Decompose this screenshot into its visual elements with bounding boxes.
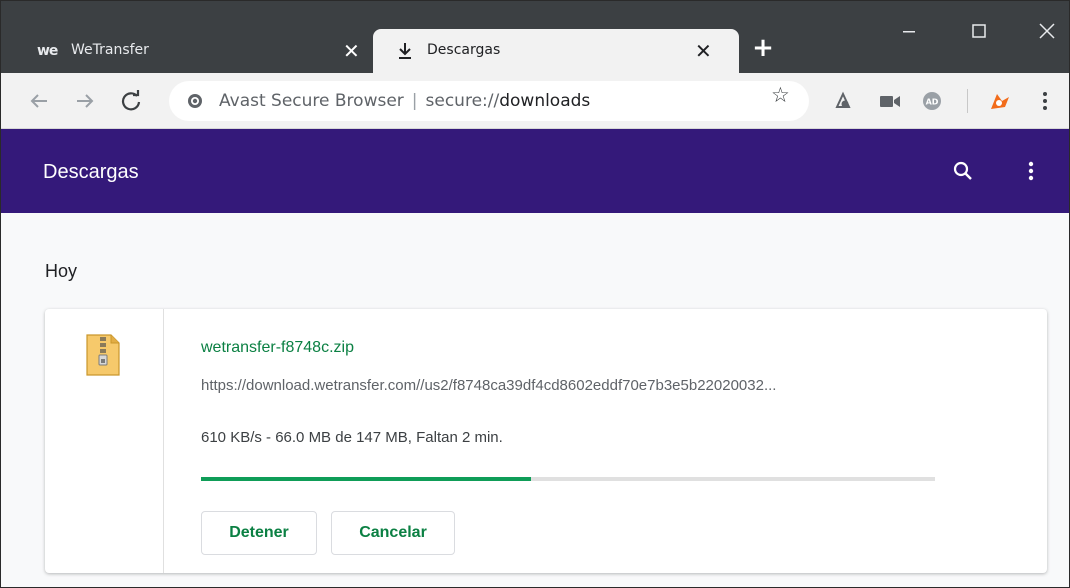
close-tab-icon[interactable]: ✕ — [695, 41, 712, 61]
maximize-icon[interactable] — [959, 19, 999, 43]
site-label: Avast Secure Browser — [219, 91, 404, 111]
browser-toolbar: Avast Secure Browser | secure://downloads … — [1, 73, 1069, 129]
new-tab-button[interactable]: + — [749, 34, 777, 62]
downloads-header: Descargas — [1, 129, 1069, 213]
bookmark-star-icon[interactable]: ☆ — [771, 83, 790, 107]
browser-menu-icon[interactable] — [1041, 89, 1049, 113]
url-path: downloads — [499, 91, 591, 111]
svg-text:AD: AD — [926, 98, 939, 107]
reload-icon[interactable] — [117, 87, 145, 115]
address-bar[interactable]: Avast Secure Browser | secure://downloads — [169, 81, 809, 121]
more-options-icon[interactable] — [1019, 159, 1043, 183]
tab-strip: we WeTransfer ✕ Descargas ✕ + — [1, 1, 1069, 73]
back-icon[interactable] — [25, 87, 53, 115]
file-name-link[interactable]: wetransfer-f8748c.zip — [201, 339, 354, 357]
download-icon — [399, 43, 411, 59]
url-scheme: secure:// — [425, 91, 500, 111]
forward-icon[interactable] — [71, 87, 99, 115]
close-tab-icon[interactable]: ✕ — [343, 41, 360, 61]
secure-browser-icon — [188, 94, 202, 108]
stop-download-button[interactable]: Detener — [201, 511, 317, 555]
downloads-list: Hoy wetransfer-f8748c.zip https://downlo… — [1, 213, 1069, 587]
minimize-icon[interactable] — [889, 19, 929, 43]
card-divider — [163, 309, 164, 573]
address-text: Avast Secure Browser | secure://downloads — [219, 91, 590, 111]
tab-wetransfer[interactable]: we WeTransfer ✕ — [13, 29, 369, 73]
search-icon[interactable] — [951, 159, 975, 183]
zip-file-icon — [86, 334, 120, 376]
tab-descargas[interactable]: Descargas ✕ — [373, 29, 739, 73]
tab-title: Descargas — [427, 42, 501, 58]
tab-title: WeTransfer — [71, 42, 149, 58]
address-separator: | — [411, 91, 418, 111]
source-url-link[interactable]: https://download.wetransfer.com//us2/f87… — [201, 377, 941, 394]
avast-icon[interactable] — [987, 91, 1011, 113]
download-item: wetransfer-f8748c.zip https://download.w… — [45, 309, 1047, 573]
browser-window: we WeTransfer ✕ Descargas ✕ + Avast Secu… — [0, 0, 1070, 588]
download-progress-fill — [201, 477, 531, 481]
date-section-label: Hoy — [45, 261, 78, 281]
avast-passwords-icon[interactable] — [833, 91, 853, 111]
cancel-download-button[interactable]: Cancelar — [331, 511, 455, 555]
wetransfer-logo-icon: we — [37, 43, 58, 59]
page-title: Descargas — [43, 161, 139, 183]
toolbar-divider — [967, 89, 968, 113]
download-progress-bar — [201, 477, 935, 481]
ad-block-icon[interactable]: AD — [921, 91, 943, 111]
window-close-icon[interactable] — [1027, 19, 1067, 43]
video-icon[interactable] — [879, 91, 901, 111]
download-status: 610 KB/s - 66.0 MB de 147 MB, Faltan 2 m… — [201, 429, 503, 446]
